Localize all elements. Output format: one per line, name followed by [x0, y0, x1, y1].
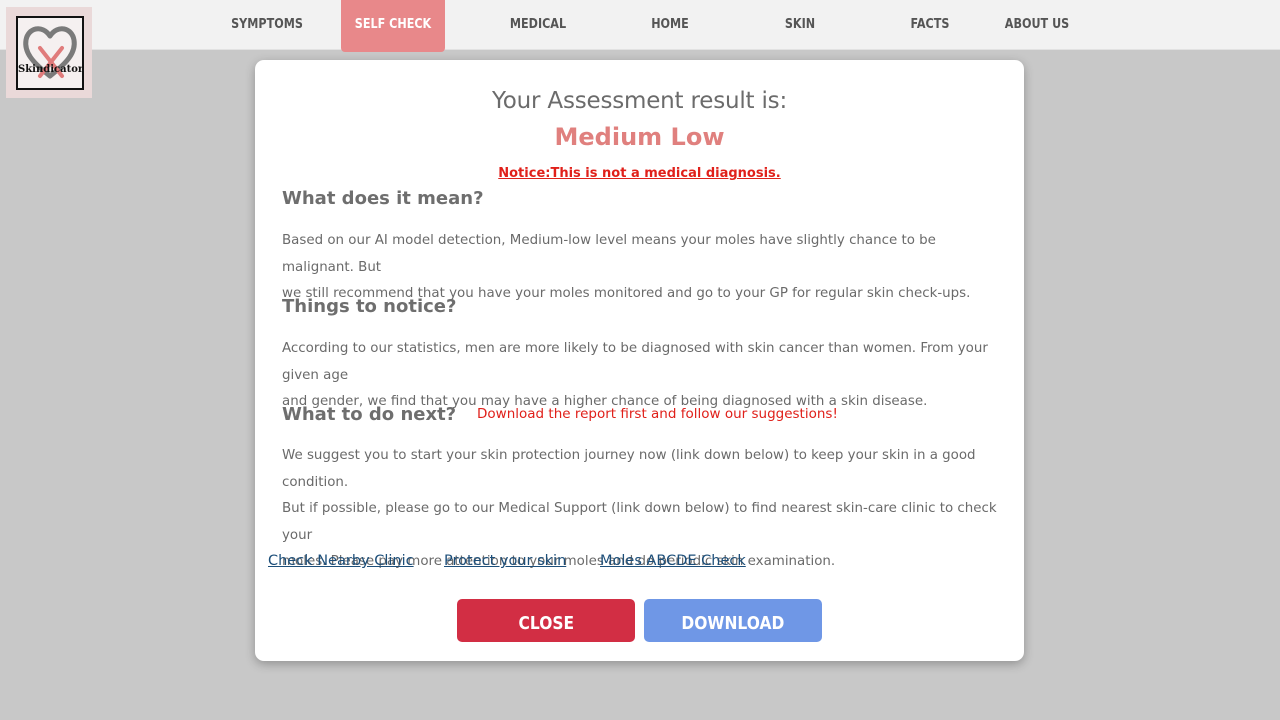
logo-text: Skindicator	[18, 64, 84, 75]
modal-title: Your Assessment result is:	[492, 88, 787, 114]
section-heading-meaning: What does it mean?	[282, 188, 484, 209]
logo-frame: Skindicator	[16, 16, 84, 90]
download-button-label: DOWNLOAD	[681, 613, 785, 634]
nav-item-self-check[interactable]: SELF CHECK	[348, 0, 437, 49]
top-nav-bar: SYMPTOMS SELF CHECK MEDICAL SUPPORT HOME…	[0, 0, 1280, 81]
nav-item-medical-support[interactable]: MEDICAL SUPPORT	[483, 0, 593, 81]
section-heading-notice: Things to notice?	[282, 296, 457, 317]
download-suggestion-note: Download the report first and follow our…	[477, 406, 838, 422]
moles-abcde-check-link[interactable]: Moles ABCDE Check	[600, 553, 746, 569]
assessment-result-modal: Your Assessment result is: Medium Low No…	[255, 60, 1024, 661]
assessment-result-level: Medium Low	[554, 123, 725, 151]
body-line: Based on our AI model detection, Medium-…	[282, 233, 936, 275]
check-nearby-clinic-link[interactable]: Check Nearby Clinic	[268, 553, 414, 569]
body-line: But if possible, please go to our Medica…	[282, 501, 997, 543]
download-button[interactable]: DOWNLOAD	[644, 599, 822, 642]
heart-ribbon-icon	[23, 26, 77, 79]
nav-item-about-us[interactable]: ABOUT US	[1002, 0, 1073, 49]
medical-diagnosis-notice: Notice:This is not a medical diagnosis.	[498, 166, 781, 181]
close-button[interactable]: CLOSE	[457, 599, 635, 642]
close-button-label: CLOSE	[518, 613, 574, 634]
brand-logo[interactable]: Skindicator	[6, 7, 92, 98]
body-line: We suggest you to start your skin protec…	[282, 448, 976, 490]
nav-item-home[interactable]: HOME	[644, 0, 696, 49]
protect-your-skin-link[interactable]: Protect your skin	[444, 553, 566, 569]
section-heading-next: What to do next?	[282, 404, 457, 425]
nav-item-symptoms[interactable]: SYMPTOMS	[228, 0, 305, 49]
body-line: According to our statistics, men are mor…	[282, 341, 988, 383]
nav-item-skin-protection[interactable]: SKIN PROTECTION	[747, 0, 854, 81]
nav-item-facts[interactable]: FACTS	[904, 0, 956, 49]
